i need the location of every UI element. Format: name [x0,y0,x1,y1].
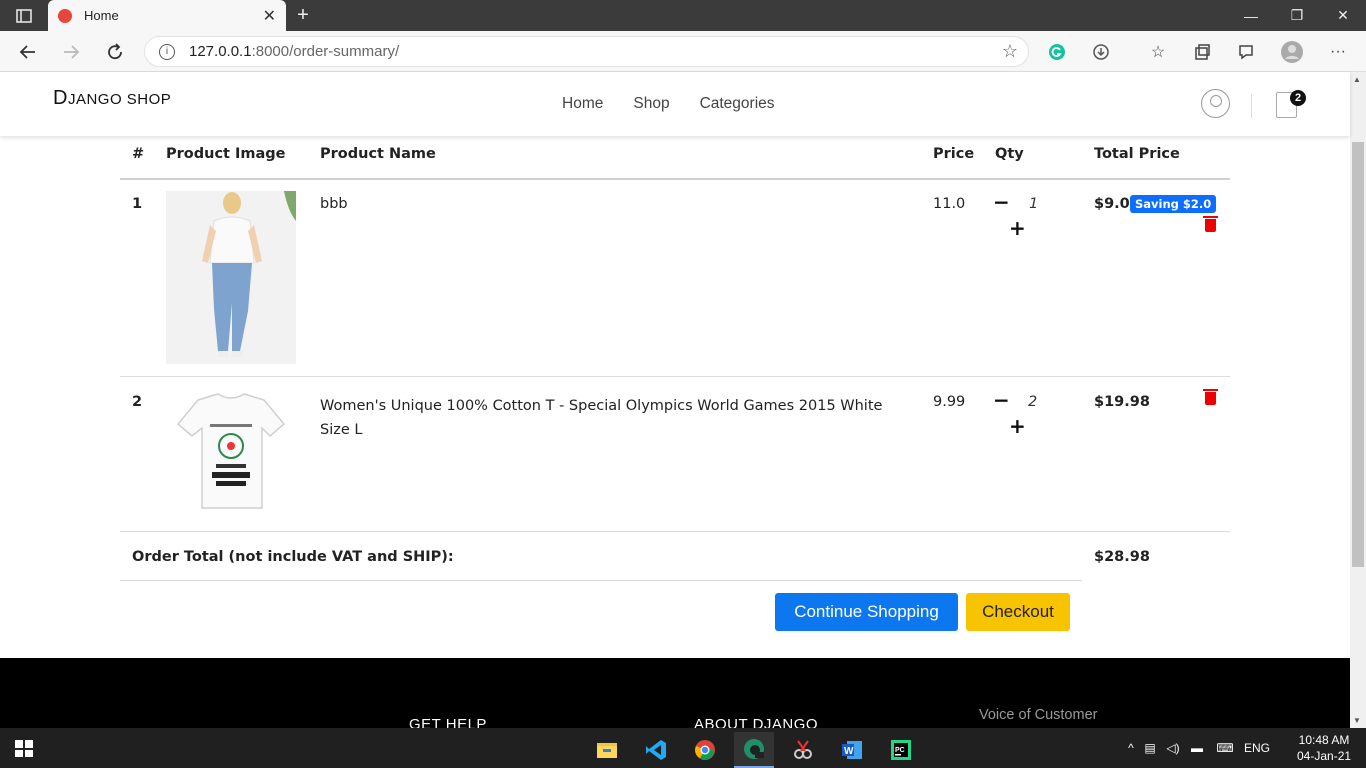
taskbar-clock[interactable]: 10:48 AM 04-Jan-21 [1297,732,1351,764]
col-header-index: # [132,146,145,162]
header-divider [1251,94,1252,118]
system-tray: ^ ▤ ◁) ▬ ⌨ ENG [1124,728,1274,768]
minimize-button[interactable]: — [1228,0,1274,31]
row-index: 2 [132,394,143,410]
windows-taskbar: W PC ^ ▤ ◁) ▬ ⌨ ENG 10:48 AM 04-Jan-21 [0,728,1366,768]
tab-title: Home [84,8,119,23]
new-tab-button[interactable]: + [292,4,314,26]
volume-icon[interactable]: ◁) [1162,741,1184,755]
col-header-image: Product Image [166,146,286,162]
language-indicator[interactable]: ENG [1240,741,1274,755]
address-bar[interactable]: i 127.0.0.1:8000/order-summary/ ☆ [144,36,1029,67]
trash-icon[interactable] [1203,389,1218,405]
page-scrollbar[interactable]: ▲ ▼ [1350,72,1366,728]
header-divider-line [120,178,1230,180]
order-total-label: Order Total (not include VAT and SHIP): [132,549,454,565]
user-account-icon[interactable] [1201,89,1230,118]
tab-actions-icon[interactable] [0,0,48,31]
cart-count-badge: 2 [1290,90,1306,106]
word-icon[interactable]: W [832,732,872,768]
download-icon[interactable] [1089,40,1113,64]
trash-icon[interactable] [1203,216,1218,232]
browser-toolbar: i 127.0.0.1:8000/order-summary/ ☆ ☆ ··· [0,31,1366,72]
product-image[interactable] [166,191,296,364]
product-name[interactable]: bbb [320,196,348,212]
chrome-icon[interactable] [685,732,725,768]
row-total: $9.0 [1094,196,1130,212]
favorites-icon[interactable]: ☆ [1146,40,1170,64]
menu-item-home[interactable]: Home [562,95,603,113]
browser-tab[interactable]: Home ✕ [48,0,286,31]
refresh-icon[interactable] [102,39,128,65]
row-divider [120,376,1230,377]
footer-get-help-heading: GET HELP [409,716,487,728]
footer-voice-link[interactable]: Voice of Customer [979,707,1097,723]
keyboard-icon[interactable]: ⌨ [1210,741,1240,755]
menu-item-shop[interactable]: Shop [633,95,669,113]
file-explorer-icon[interactable] [587,732,627,768]
window-controls: — ❐ ✕ [1228,0,1366,31]
checkout-button[interactable]: Checkout [966,593,1070,631]
profile-avatar-icon[interactable] [1280,40,1304,64]
collections-icon[interactable] [1190,40,1214,64]
qty-increase-button[interactable]: + [1009,416,1026,436]
tab-close-icon[interactable]: ✕ [263,6,276,26]
snipping-tool-icon[interactable] [783,732,823,768]
grammarly-icon[interactable] [1045,40,1069,64]
url-text: 127.0.0.1:8000/order-summary/ [189,43,400,60]
restore-button[interactable]: ❐ [1274,0,1320,31]
row-index: 1 [132,196,143,212]
product-name[interactable]: Women's Unique 100% Cotton T - Special O… [320,394,910,442]
clock-time: 10:48 AM [1298,733,1350,747]
row-divider [120,531,1230,532]
col-header-total: Total Price [1094,146,1180,162]
qty-value: 1 [1029,196,1039,212]
settings-more-icon[interactable]: ··· [1326,40,1350,64]
tray-overflow-icon[interactable]: ^ [1124,741,1138,755]
browser-tab-bar: Home ✕ + — ❐ ✕ [0,0,1366,31]
continue-shopping-button[interactable]: Continue Shopping [775,593,958,631]
scroll-up-icon[interactable]: ▲ [1353,75,1361,84]
favorite-star-icon[interactable]: ☆ [1002,41,1018,62]
footer-about-heading: ABOUT DJANGO [694,716,819,728]
svg-text:W: W [844,746,854,757]
product-image[interactable] [166,388,296,518]
order-total-value: $28.98 [1094,549,1150,565]
scroll-down-icon[interactable]: ▼ [1353,716,1361,725]
feedback-icon[interactable] [1234,40,1258,64]
qty-increase-button[interactable]: + [1009,218,1026,238]
total-divider [120,580,1082,581]
network-icon[interactable]: ▤ [1138,741,1162,755]
pycharm-icon[interactable]: PC [881,732,921,768]
row-total: $19.98 [1094,394,1150,410]
favicon-icon [58,8,72,23]
svg-text:PC: PC [895,747,905,754]
col-header-name: Product Name [320,146,436,162]
clock-date: 04-Jan-21 [1297,749,1352,763]
edge-dev-icon[interactable] [734,732,774,768]
col-header-qty: Qty [995,146,1024,162]
close-window-button[interactable]: ✕ [1320,0,1366,31]
product-price: 11.0 [933,196,966,212]
qty-decrease-button[interactable]: − [993,192,1010,212]
site-logo[interactable]: DJANGO SHOP [53,87,171,110]
back-icon[interactable] [15,39,41,65]
qty-value: 2 [1028,394,1038,410]
qty-decrease-button[interactable]: − [993,390,1010,410]
menu-item-categories[interactable]: Categories [700,95,775,113]
product-price: 9.99 [933,394,966,410]
order-summary: # Product Image Product Name Price Qty T… [0,136,1350,658]
main-menu: Home Shop Categories [562,95,775,113]
vscode-icon[interactable] [636,732,676,768]
forward-icon[interactable] [58,39,84,65]
notification-icon[interactable]: ▬ [1184,741,1210,755]
scroll-thumb[interactable] [1352,142,1364,567]
col-header-price: Price [933,146,975,162]
site-info-icon[interactable]: i [159,43,175,60]
saving-badge: Saving $2.0 [1130,195,1217,213]
start-icon[interactable] [15,740,33,757]
site-footer: GET HELP ABOUT DJANGO Voice of Customer [0,658,1350,728]
site-header: DJANGO SHOP Home Shop Categories 2 [0,72,1350,136]
